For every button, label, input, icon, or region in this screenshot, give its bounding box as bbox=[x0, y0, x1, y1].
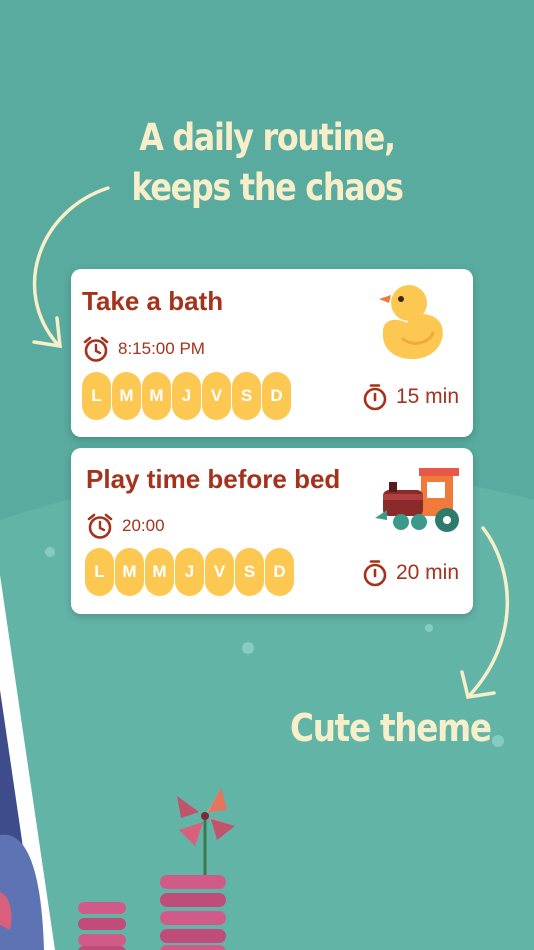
day-pill-saturday[interactable]: S bbox=[232, 372, 261, 420]
duration-value: 20 min bbox=[395, 561, 459, 584]
stopwatch-icon bbox=[363, 560, 387, 587]
headline-line-2: keeps the chaos bbox=[131, 166, 404, 209]
day-pill-friday[interactable]: V bbox=[205, 548, 234, 596]
day-pill-saturday[interactable]: S bbox=[235, 548, 264, 596]
alarm-time: 8:15:00 PM bbox=[118, 339, 205, 358]
day-pill-wednesday[interactable]: M bbox=[142, 372, 171, 420]
duration-row: 20 min bbox=[362, 559, 459, 587]
routine-card-play[interactable]: Play time before bed 20:00 L M M J V S D… bbox=[71, 448, 473, 614]
alarm-clock-icon bbox=[87, 513, 113, 539]
day-pill-friday[interactable]: V bbox=[202, 372, 231, 420]
stopwatch-icon bbox=[363, 384, 387, 411]
alarm-row: 20:00 bbox=[86, 512, 165, 540]
day-pill-wednesday[interactable]: M bbox=[145, 548, 174, 596]
day-pill-thursday[interactable]: J bbox=[175, 548, 204, 596]
duration-row: 15 min bbox=[362, 383, 459, 411]
day-pill-sunday[interactable]: D bbox=[262, 372, 291, 420]
day-pill-sunday[interactable]: D bbox=[265, 548, 294, 596]
day-pill-tuesday[interactable]: M bbox=[115, 548, 144, 596]
day-pill-thursday[interactable]: J bbox=[172, 372, 201, 420]
theme-caption: Cute theme bbox=[290, 706, 492, 750]
stacked-cushions-left bbox=[78, 902, 126, 950]
task-title: Take a bath bbox=[82, 286, 224, 316]
days-of-week: L M M J V S D bbox=[85, 548, 294, 596]
alarm-clock-icon bbox=[83, 336, 109, 362]
alarm-row: 8:15:00 PM bbox=[82, 335, 205, 363]
toy-train-icon bbox=[375, 468, 459, 532]
day-pill-tuesday[interactable]: M bbox=[112, 372, 141, 420]
day-pill-monday[interactable]: L bbox=[85, 548, 114, 596]
task-title: Play time before bed bbox=[86, 464, 341, 494]
alarm-time: 20:00 bbox=[122, 516, 165, 535]
rubber-duck-icon bbox=[379, 285, 443, 360]
headline-line-1: A daily routine, bbox=[139, 116, 396, 159]
day-pill-monday[interactable]: L bbox=[82, 372, 111, 420]
duration-value: 15 min bbox=[395, 385, 459, 408]
days-of-week: L M M J V S D bbox=[82, 372, 291, 420]
routine-card-bath[interactable]: Take a bath 8:15:00 PM L M M J V S D 15 … bbox=[71, 269, 473, 437]
